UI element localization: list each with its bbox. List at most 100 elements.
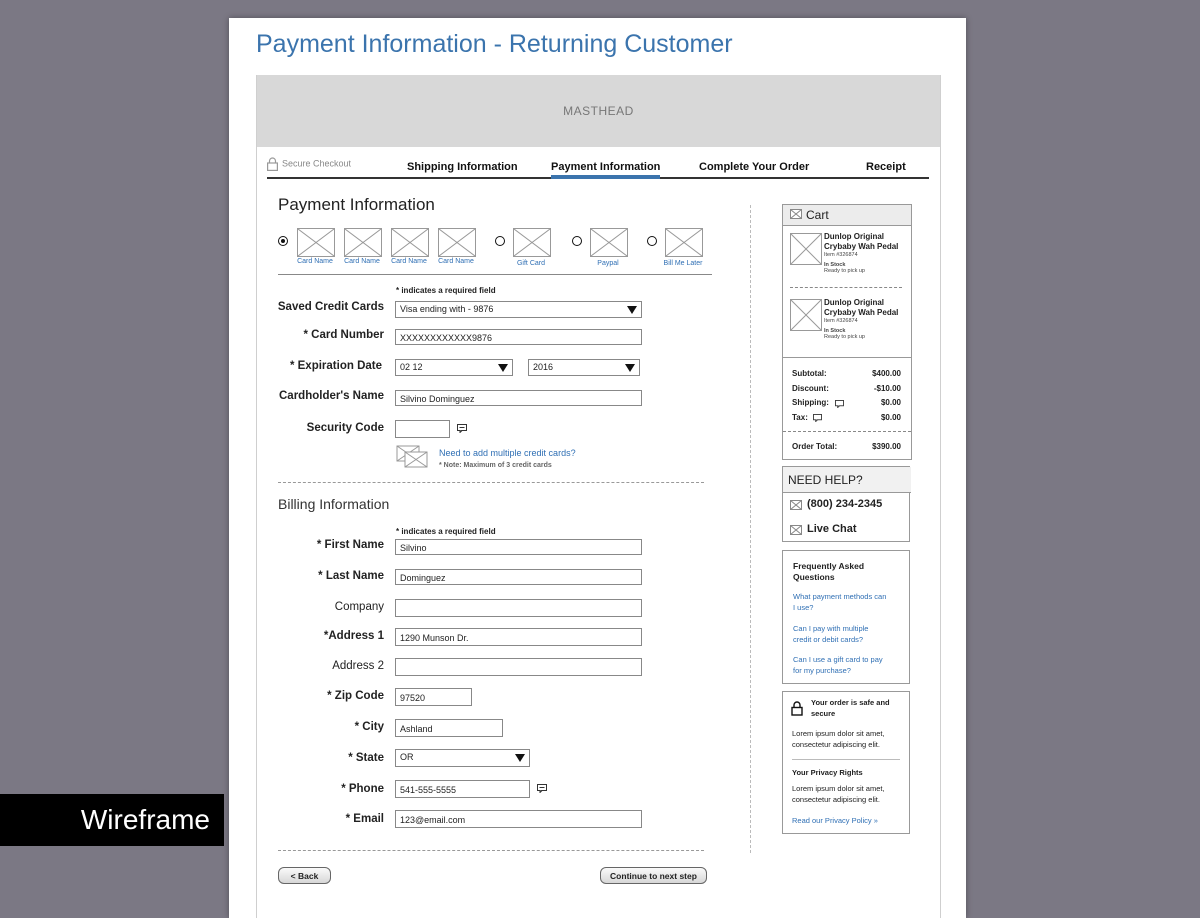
back-button[interactable]: < Back: [278, 867, 331, 884]
section-divider: [278, 850, 704, 851]
multiple-cards-icon: [396, 445, 428, 468]
wireframe-sheet: Payment Information - Returning Customer…: [229, 18, 966, 918]
payment-section-title: Payment Information: [278, 195, 435, 214]
need-help-panel: NEED HELP? (800) 234-2345 Live Chat: [782, 466, 911, 542]
saved-cards-label: Saved Credit Cards: [277, 301, 384, 313]
product-thumbnail[interactable]: [790, 233, 822, 265]
phone-input[interactable]: 541-555-5555: [395, 780, 530, 798]
step-receipt[interactable]: Receipt: [866, 161, 906, 173]
help-phone-number[interactable]: (800) 234-2345: [807, 498, 882, 510]
product-name[interactable]: Dunlop Original Crybaby Wah Pedal: [824, 298, 898, 317]
card-number-input[interactable]: XXXXXXXXXXXX9876: [395, 329, 642, 345]
product-name[interactable]: Dunlop Original Crybaby Wah Pedal: [824, 232, 898, 251]
paypal-option-label[interactable]: Paypal: [583, 260, 633, 267]
security-code-input[interactable]: [395, 420, 450, 438]
address2-label: Address 2: [332, 660, 384, 672]
company-input[interactable]: [395, 599, 642, 617]
card-option-2-logo[interactable]: [344, 228, 382, 257]
column-divider: [750, 205, 751, 853]
email-input[interactable]: 123@email.com: [395, 810, 642, 828]
step-complete-your-order[interactable]: Complete Your Order: [699, 161, 809, 173]
expiration-month-select[interactable]: 02 12: [395, 359, 513, 376]
security-panel: Your order is safe and secure Lorem ipsum…: [782, 691, 910, 834]
first-name-label: * First Name: [316, 539, 384, 551]
card-option-3-logo[interactable]: [391, 228, 429, 257]
payment-method-radio-cards[interactable]: [278, 236, 288, 246]
help-tooltip-icon[interactable]: [537, 784, 547, 793]
product-thumbnail[interactable]: [790, 299, 822, 331]
city-input[interactable]: Ashland: [395, 719, 503, 737]
state-select[interactable]: OR: [395, 749, 530, 767]
chat-icon: [790, 525, 802, 535]
saved-cards-select[interactable]: Visa ending with - 9876: [395, 301, 642, 318]
gift-card-option-label[interactable]: Gift Card: [506, 260, 556, 267]
privacy-policy-link[interactable]: Read our Privacy Policy »: [792, 816, 902, 827]
checkout-frame: MASTHEAD Secure Checkout Shipping Inform…: [256, 75, 941, 918]
live-chat-link[interactable]: Live Chat: [807, 523, 857, 535]
faq-title: Frequently Asked Questions: [793, 561, 865, 582]
faq-link-gift-card[interactable]: Can I use a gift card to pay for my purch…: [793, 655, 903, 676]
tax-info-icon[interactable]: [813, 414, 822, 422]
gift-card-option-logo[interactable]: [513, 228, 551, 257]
payment-method-radio-gift-card[interactable]: [495, 236, 505, 246]
paypal-option-logo[interactable]: [590, 228, 628, 257]
page-title: Payment Information - Returning Customer: [256, 30, 733, 58]
privacy-description: Lorem ipsum dolor sit amet, consectetur a…: [792, 784, 885, 804]
security-code-label: Security Code: [306, 422, 384, 434]
card-option-3-label[interactable]: Card Name: [384, 258, 434, 265]
cart-item-divider: [790, 287, 902, 288]
shipping-info-icon[interactable]: [835, 400, 844, 408]
expiration-year-select[interactable]: 2016: [528, 359, 640, 376]
continue-button[interactable]: Continue to next step: [600, 867, 707, 884]
dropdown-arrow-icon: [515, 754, 525, 762]
product-details: Item #326874 In Stock Ready to pick up: [824, 318, 865, 340]
zip-code-input[interactable]: 97520: [395, 688, 472, 706]
dropdown-arrow-icon: [498, 364, 508, 372]
card-option-1-label[interactable]: Card Name: [290, 258, 340, 265]
card-option-4-label[interactable]: Card Name: [431, 258, 481, 265]
cart-icon: [790, 209, 802, 219]
card-option-1-logo[interactable]: [297, 228, 335, 257]
security-divider: [792, 759, 900, 760]
address1-label: *Address 1: [323, 630, 384, 642]
bill-me-later-option-logo[interactable]: [665, 228, 703, 257]
cart-divider: [783, 357, 911, 358]
step-shipping-information[interactable]: Shipping Information: [407, 161, 518, 173]
tax-label: Tax:: [792, 413, 808, 422]
first-name-input[interactable]: Silvino: [395, 539, 642, 555]
step-payment-information[interactable]: Payment Information: [551, 161, 661, 179]
subtotal-value: $400.00: [872, 369, 901, 378]
cardholder-name-label: Cardholder's Name: [279, 390, 384, 402]
lock-icon: [267, 157, 278, 171]
address1-input[interactable]: 1290 Munson Dr.: [395, 628, 642, 646]
bill-me-later-option-label[interactable]: Bill Me Later: [658, 260, 708, 267]
card-option-2-label[interactable]: Card Name: [337, 258, 387, 265]
order-total-label: Order Total:: [792, 442, 838, 451]
order-total-value: $390.00: [872, 442, 901, 451]
address2-input[interactable]: [395, 658, 642, 676]
totals-divider: [783, 431, 911, 432]
help-tooltip-icon[interactable]: [457, 424, 467, 433]
cardholder-name-input[interactable]: Silvino Dominguez: [395, 390, 642, 406]
wireframe-badge: Wireframe: [0, 794, 224, 846]
city-label: * City: [354, 721, 384, 733]
add-multiple-cards-link[interactable]: Need to add multiple credit cards?: [439, 448, 576, 458]
payment-method-radio-bill-me-later[interactable]: [647, 236, 657, 246]
divider: [278, 274, 712, 275]
product-details: Item #326874 In Stock Ready to pick up: [824, 252, 865, 274]
zip-code-label: * Zip Code: [327, 690, 384, 702]
billing-required-note: * indicates a required field: [396, 527, 496, 536]
faq-link-payment-methods[interactable]: What payment methods can I use?: [793, 592, 903, 613]
card-number-label: * Card Number: [303, 329, 384, 341]
faq-link-multiple-cards[interactable]: Can I pay with multiple credit or debit c…: [793, 624, 903, 645]
secure-checkout-label: Secure Checkout: [267, 157, 351, 171]
payment-method-radio-paypal[interactable]: [572, 236, 582, 246]
subtotal-label: Subtotal:: [792, 369, 827, 378]
dropdown-arrow-icon: [625, 364, 635, 372]
checkout-steps: Secure Checkout Shipping Information Pay…: [267, 153, 929, 179]
card-option-4-logo[interactable]: [438, 228, 476, 257]
email-label: * Email: [345, 813, 384, 825]
dropdown-arrow-icon: [627, 306, 637, 314]
tax-value: $0.00: [880, 413, 901, 422]
last-name-input[interactable]: Dominguez: [395, 569, 642, 585]
